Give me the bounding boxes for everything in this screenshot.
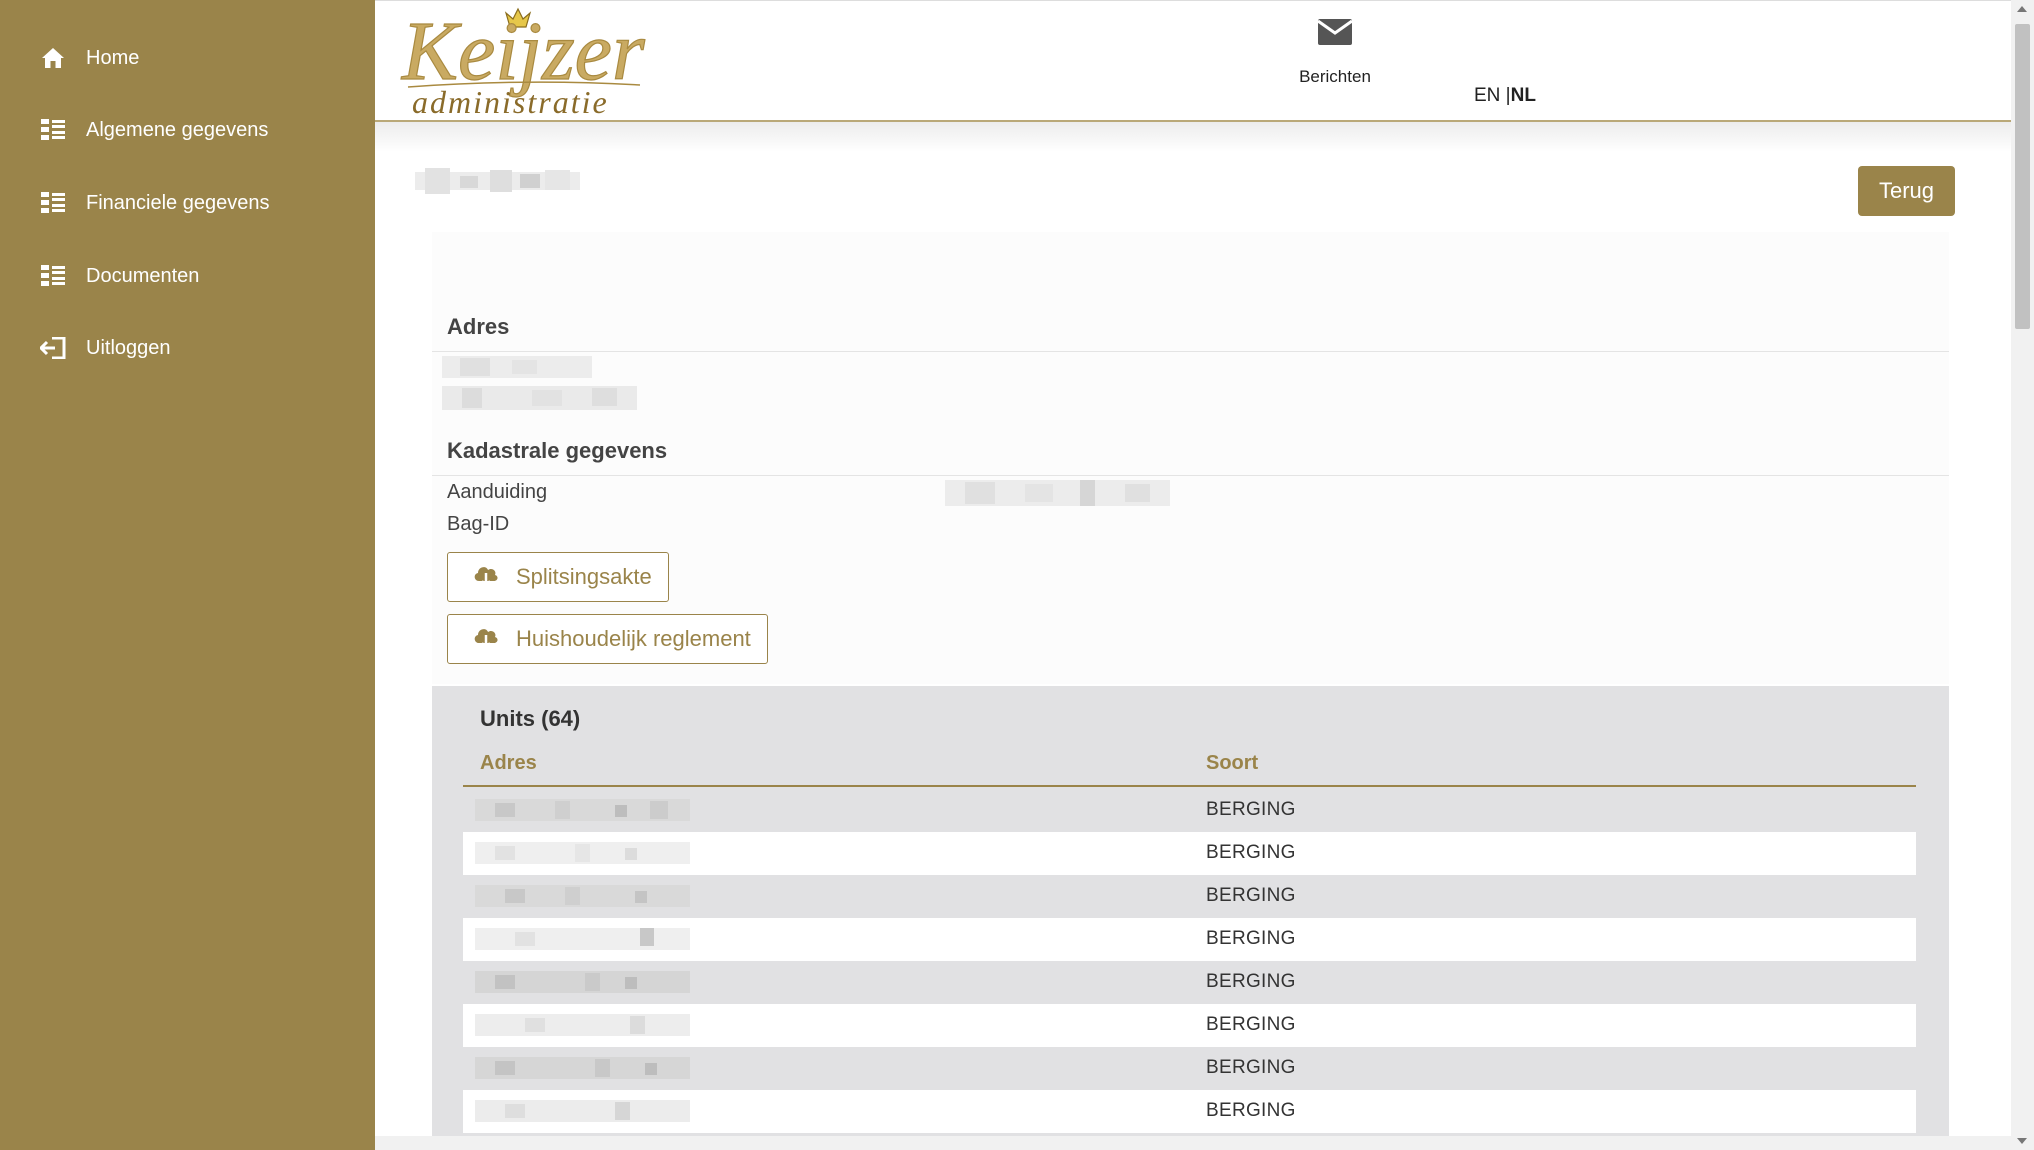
table-row[interactable]: BERGING (463, 832, 1916, 875)
sidebar-item-label: Financiele gegevens (86, 191, 270, 214)
unit-soort: BERGING (1206, 1014, 1296, 1035)
home-icon (40, 45, 66, 71)
redacted-unit-address (475, 1014, 690, 1036)
download-label: Huishoudelijk reglement (516, 626, 751, 651)
sidebar-item-label: Uitloggen (86, 336, 171, 359)
sidebar-item-home[interactable]: Home (40, 38, 139, 78)
redacted-address (442, 356, 637, 410)
cloud-download-icon (472, 563, 500, 591)
redacted-unit-address (475, 842, 690, 864)
list-icon (40, 117, 66, 143)
sidebar: Home Algemene gegevens Financiele gegeve… (0, 0, 375, 1150)
unit-soort: BERGING (1206, 799, 1296, 820)
divider (432, 475, 1949, 476)
aanduiding-label: Aanduiding (447, 481, 548, 503)
scroll-down-icon[interactable] (2017, 1138, 2027, 1144)
header-underline (463, 785, 1916, 787)
unit-soort: BERGING (1206, 971, 1296, 992)
unit-soort: BERGING (1206, 1100, 1296, 1121)
redacted-unit-address (475, 971, 690, 993)
table-row[interactable]: BERGING (463, 918, 1916, 961)
table-row[interactable]: BERGING (463, 1004, 1916, 1047)
envelope-icon (1318, 19, 1352, 45)
sidebar-item-financiele-gegevens[interactable]: Financiele gegevens (40, 183, 269, 223)
table-row[interactable]: BERGING (463, 1047, 1916, 1090)
table-row[interactable]: BERGING (463, 961, 1916, 1004)
redacted-title (415, 168, 580, 194)
messages-label: Berichten (1299, 67, 1371, 86)
unit-soort: BERGING (1206, 928, 1296, 949)
sidebar-item-algemene-gegevens[interactable]: Algemene gegevens (40, 110, 268, 150)
unit-soort: BERGING (1206, 1057, 1296, 1078)
scroll-up-icon[interactable] (2017, 6, 2027, 12)
column-header-soort[interactable]: Soort (1206, 752, 1258, 775)
horizontal-scrollbar[interactable] (375, 1136, 2011, 1150)
lang-separator: | (1500, 85, 1511, 106)
bag-id-label: Bag-ID (447, 513, 510, 535)
messages-link[interactable]: Berichten (1275, 19, 1395, 87)
redacted-unit-address (475, 1057, 690, 1079)
sidebar-item-uitloggen[interactable]: Uitloggen (40, 328, 171, 368)
sidebar-item-label: Home (86, 46, 140, 69)
vertical-scrollbar[interactable] (2011, 0, 2034, 1150)
sidebar-item-label: Documenten (86, 264, 200, 287)
redacted-aanduiding-value (945, 480, 1170, 506)
splitsingsakte-download-button[interactable]: Splitsingsakte (447, 552, 669, 602)
lang-en[interactable]: EN (1474, 85, 1500, 106)
scrollbar-thumb[interactable] (2015, 24, 2030, 329)
company-logo[interactable]: Keijzer administratie (400, 3, 690, 120)
divider (432, 351, 1949, 352)
header-shadow (375, 122, 2011, 152)
redacted-unit-address (475, 1100, 690, 1122)
section-title-kadastrale-gegevens: Kadastrale gegevens (447, 438, 668, 463)
redacted-unit-address (475, 799, 690, 821)
cloud-download-icon (472, 625, 500, 653)
back-button[interactable]: Terug (1858, 166, 1955, 216)
table-row[interactable]: BERGING (463, 789, 1916, 832)
unit-soort: BERGING (1206, 842, 1296, 863)
huishoudelijk-reglement-download-button[interactable]: Huishoudelijk reglement (447, 614, 768, 664)
section-title-adres: Adres (447, 314, 510, 339)
download-label: Splitsingsakte (516, 564, 652, 589)
table-row[interactable]: BERGING (463, 1090, 1916, 1133)
unit-soort: BERGING (1206, 885, 1296, 906)
sidebar-item-documenten[interactable]: Documenten (40, 256, 199, 296)
lang-nl[interactable]: NL (1511, 85, 1536, 106)
list-icon (40, 263, 66, 289)
list-icon (40, 190, 66, 216)
column-header-adres[interactable]: Adres (480, 752, 537, 775)
redacted-unit-address (475, 885, 690, 907)
top-header: Keijzer administratie Berichten EN |NL (375, 0, 2011, 122)
units-title: Units (64) (480, 706, 581, 731)
sidebar-item-label: Algemene gegevens (86, 118, 269, 141)
svg-text:administratie: administratie (412, 84, 609, 119)
language-switcher: EN |NL (1474, 85, 1536, 107)
table-row[interactable]: BERGING (463, 875, 1916, 918)
logout-icon (40, 335, 66, 361)
redacted-unit-address (475, 928, 690, 950)
